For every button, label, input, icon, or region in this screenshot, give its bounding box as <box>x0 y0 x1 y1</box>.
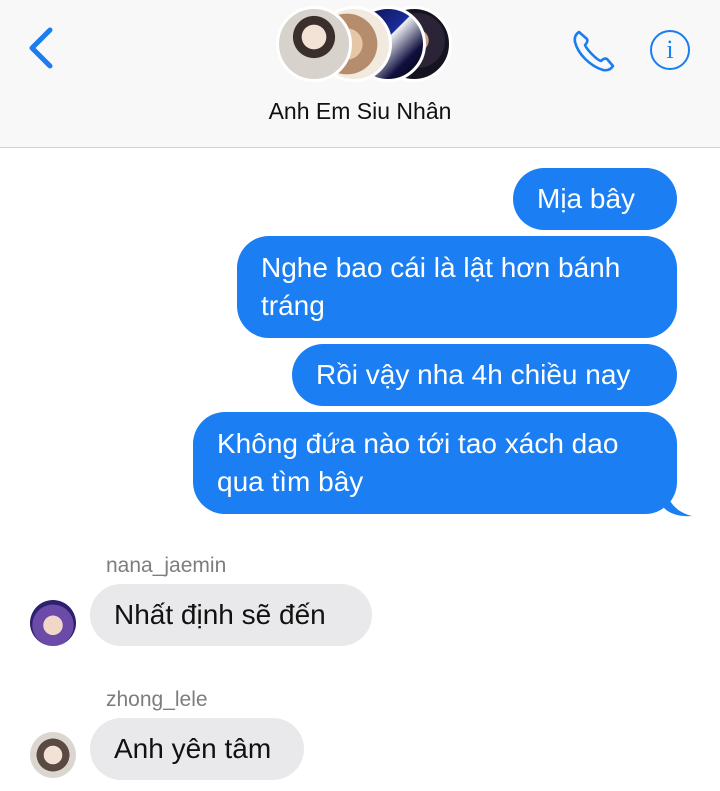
sender-name: zhong_lele <box>106 688 208 711</box>
message-text: Anh yên tâm <box>114 733 272 764</box>
info-icon: i <box>666 35 674 64</box>
outgoing-message[interactable]: Nghe bao cái là lật hơn bánh tráng <box>237 236 677 338</box>
group-avatar-stack[interactable] <box>276 6 452 84</box>
incoming-message[interactable]: Nhất định sẽ đến <box>90 584 372 646</box>
chevron-left-icon <box>29 27 53 69</box>
call-button[interactable] <box>570 28 618 74</box>
outgoing-message[interactable]: Rồi vậy nha 4h chiều nay <box>292 344 677 406</box>
incoming-message[interactable]: Anh yên tâm <box>90 718 304 780</box>
avatar[interactable] <box>30 600 76 646</box>
message-text: Nhất định sẽ đến <box>114 599 326 630</box>
chat-header: Anh Em Siu Nhân i <box>0 0 720 148</box>
back-button[interactable] <box>22 26 62 70</box>
message-text: Không đứa nào tới tao xách dao qua tìm b… <box>217 428 619 497</box>
avatar[interactable] <box>30 732 76 778</box>
bubble-tail <box>664 486 692 517</box>
group-name[interactable]: Anh Em Siu Nhân <box>0 98 720 125</box>
outgoing-message[interactable]: Mịa bây <box>513 168 677 230</box>
message-text: Nghe bao cái là lật hơn bánh tráng <box>261 252 621 321</box>
info-button[interactable]: i <box>650 30 690 70</box>
phone-icon <box>573 30 615 72</box>
sender-name: nana_jaemin <box>106 554 227 577</box>
message-text: Rồi vậy nha 4h chiều nay <box>316 359 631 390</box>
member-avatar <box>276 6 352 82</box>
outgoing-message[interactable]: Không đứa nào tới tao xách dao qua tìm b… <box>193 412 677 514</box>
message-text: Mịa bây <box>537 183 636 214</box>
